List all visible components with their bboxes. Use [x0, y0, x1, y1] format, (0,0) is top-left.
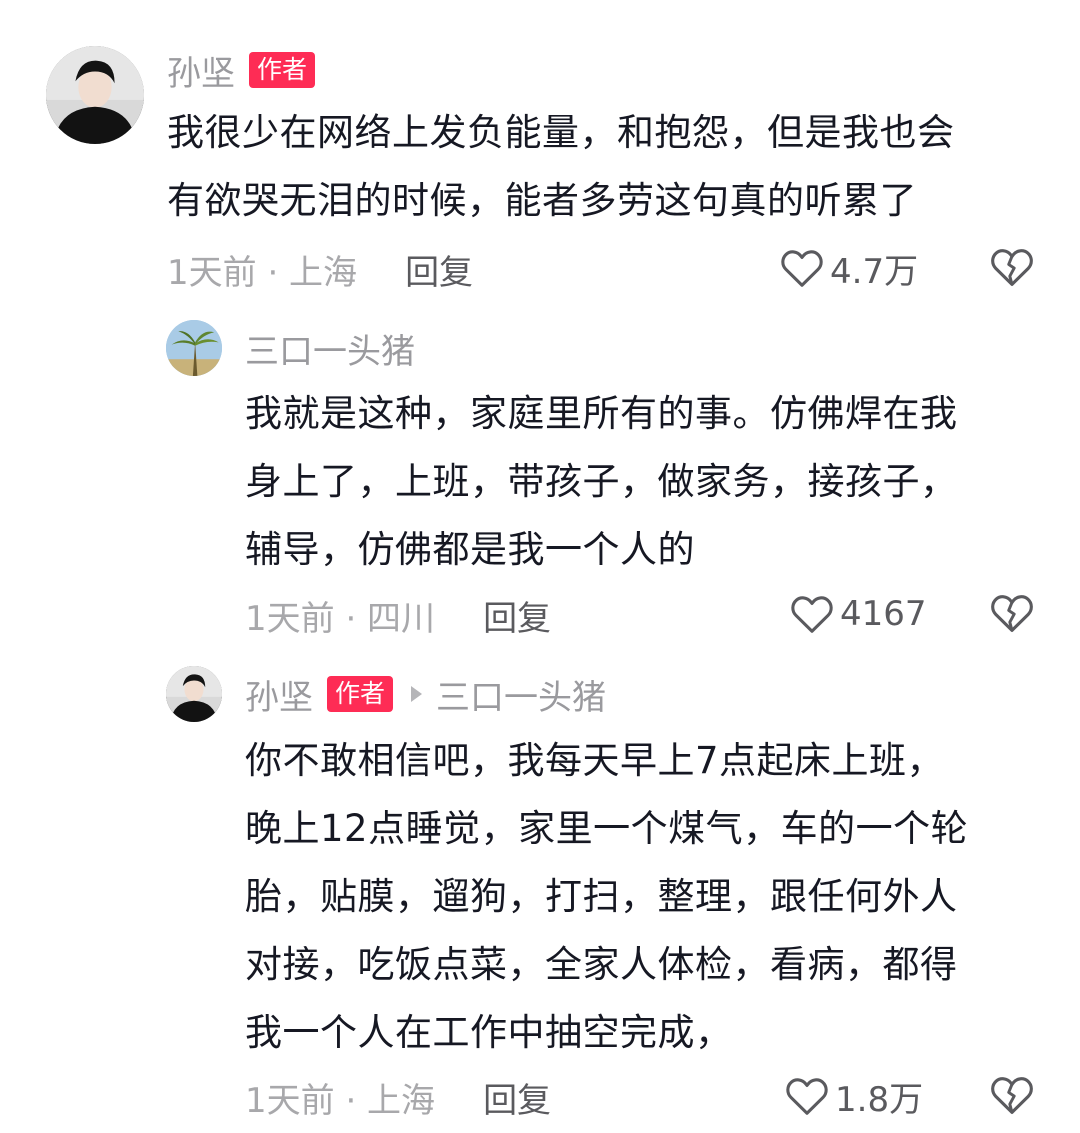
username[interactable]: 三口一头猪	[245, 324, 415, 373]
dislike-button[interactable]	[990, 246, 1034, 290]
username[interactable]: 孙坚	[167, 46, 235, 95]
reply-button[interactable]: 回复	[405, 245, 473, 294]
time-location: 1天前 · 上海	[167, 252, 358, 293]
comment-text: 我很少在网络上发负能量，和抱怨，但是我也会 有欲哭无泪的时候，能者多劳这句真的听…	[167, 99, 955, 235]
comment-text: 我就是这种，家庭里所有的事。仿佛焊在我 身上了，上班，带孩子，做家务，接孩子， …	[245, 380, 958, 584]
comment-header: 孙坚 作者 三口一头猪	[245, 673, 606, 718]
broken-heart-icon	[991, 595, 1033, 632]
like-button[interactable]: 4167	[790, 592, 927, 636]
comment-line: 有欲哭无泪的时候，能者多劳这句真的听累了	[167, 179, 917, 222]
broken-heart-icon	[991, 249, 1033, 286]
avatar[interactable]	[166, 666, 222, 722]
reply-target-username[interactable]: 三口一头猪	[436, 670, 606, 719]
heart-outline-icon	[781, 250, 823, 287]
comment-meta: 1天前 · 四川 回复	[245, 594, 551, 639]
comment-line: 我一个人在工作中抽空完成，	[245, 1011, 733, 1054]
comment-header: 孙坚 作者	[167, 49, 316, 94]
like-count: 4167	[840, 594, 927, 634]
comment-text: 你不敢相信吧，我每天早上7点起床上班， 晚上12点睡觉，家里一个煤气，车的一个轮…	[245, 727, 968, 1067]
comment-line: 对接，吃饭点菜，全家人体检，看病，都得	[245, 943, 958, 986]
caret-right-icon	[411, 686, 423, 702]
like-button[interactable]: 4.7万	[780, 246, 919, 292]
reply-button[interactable]: 回复	[483, 591, 551, 640]
like-button[interactable]: 1.8万	[785, 1074, 924, 1120]
reply-button[interactable]: 回复	[483, 1073, 551, 1122]
broken-heart-icon	[991, 1077, 1033, 1114]
comment-line: 辅导，仿佛都是我一个人的	[245, 528, 695, 571]
avatar[interactable]	[46, 46, 144, 144]
comment-meta: 1天前 · 上海 回复	[167, 248, 473, 293]
comment-header: 三口一头猪	[245, 327, 415, 372]
time-location: 1天前 · 四川	[245, 598, 436, 639]
comment-line: 我就是这种，家庭里所有的事。仿佛焊在我	[245, 392, 958, 435]
author-badge: 作者	[249, 52, 316, 88]
like-count: 1.8万	[835, 1079, 924, 1120]
like-count: 4.7万	[830, 251, 919, 292]
comment-line: 你不敢相信吧，我每天早上7点起床上班，	[245, 739, 945, 782]
comment-line: 身上了，上班，带孩子，做家务，接孩子，	[245, 460, 958, 503]
heart-outline-icon	[786, 1078, 828, 1115]
heart-outline-icon	[791, 596, 833, 633]
author-badge: 作者	[327, 676, 394, 712]
dislike-button[interactable]	[990, 1074, 1034, 1118]
comment-line: 我很少在网络上发负能量，和抱怨，但是我也会	[167, 111, 955, 154]
avatar[interactable]	[166, 320, 222, 376]
comment-line: 胎，贴膜，遛狗，打扫，整理，跟任何外人	[245, 875, 958, 918]
comment-line: 晚上12点睡觉，家里一个煤气，车的一个轮	[245, 807, 969, 850]
dislike-button[interactable]	[990, 592, 1034, 636]
username[interactable]: 孙坚	[245, 670, 313, 719]
comment-meta: 1天前 · 上海 回复	[245, 1076, 551, 1121]
time-location: 1天前 · 上海	[245, 1080, 436, 1121]
